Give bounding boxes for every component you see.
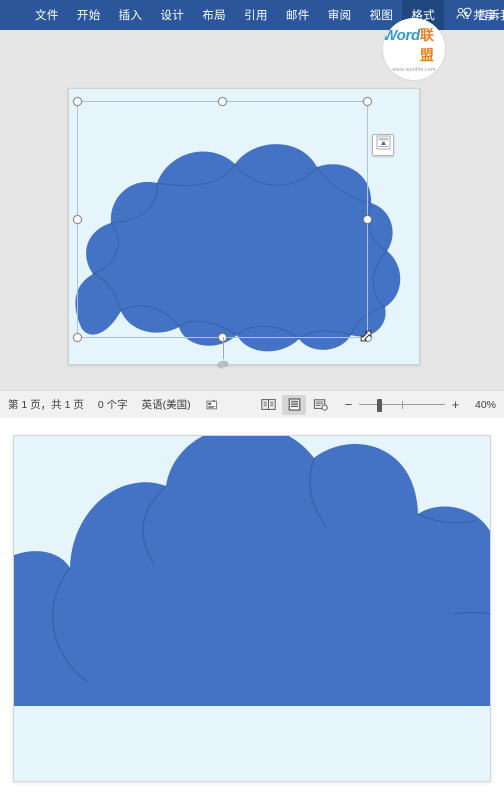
zoomed-cloud-shape [14, 436, 490, 706]
zoomed-cloud-preview-panel [0, 418, 504, 800]
ribbon-tab-view-label: 视图 [369, 10, 394, 22]
watermark-brand-latin: Word [383, 27, 420, 44]
zoom-level-label[interactable]: 40% [466, 399, 496, 411]
document-canvas[interactable] [0, 30, 504, 388]
word-application-window: 文件 开始 插入 设计 布局 引用 邮件 审阅 视图 格式 告诉我 [0, 0, 504, 418]
watermark-logo: Word 联盟 www.wordlm.com [383, 18, 445, 80]
status-bar-left: 第 1 页，共 1 页 0 个字 英语(美国) [0, 397, 219, 412]
share-label: 共享 [473, 10, 496, 22]
ribbon-tab-insert-label: 插入 [118, 10, 143, 22]
ribbon-tab-layout[interactable]: 布局 [193, 0, 235, 30]
ribbon-tab-home-label: 开始 [76, 10, 101, 22]
ribbon-tab-file[interactable]: 文件 [26, 0, 68, 30]
person-share-icon [456, 7, 469, 23]
share-button[interactable]: 共享 [456, 0, 496, 30]
ribbon-tab-mailings-label: 邮件 [285, 10, 310, 22]
status-language[interactable]: 英语(美国) [142, 397, 191, 412]
ribbon-spacer [444, 0, 456, 30]
status-bar-right: − + 40% [256, 394, 504, 415]
ribbon-tab-layout-label: 布局 [202, 10, 227, 22]
ribbon-tab-home[interactable]: 开始 [68, 0, 110, 30]
proofing-errors-icon[interactable] [205, 398, 219, 411]
ribbon-tab-mailings[interactable]: 邮件 [277, 0, 319, 30]
watermark-brand-row: Word 联盟 [383, 25, 445, 65]
status-word-count[interactable]: 0 个字 [98, 397, 128, 412]
ribbon-tab-file-label: 文件 [35, 10, 59, 22]
status-page-info[interactable]: 第 1 页，共 1 页 [8, 397, 84, 412]
zoomed-preview-page [13, 435, 491, 782]
ribbon-tab-review-label: 审阅 [327, 10, 352, 22]
zoom-in-button[interactable]: + [451, 398, 460, 411]
ribbon-tab-review[interactable]: 审阅 [319, 0, 361, 30]
status-bar: 第 1 页，共 1 页 0 个字 英语(美国) − + 40% [0, 390, 504, 418]
ribbon-tab-design-label: 设计 [160, 10, 185, 22]
ribbon-tab-references[interactable]: 引用 [235, 0, 277, 30]
read-mode-icon[interactable] [256, 395, 280, 415]
ribbon-tab-insert[interactable]: 插入 [110, 0, 152, 30]
layout-options-icon [376, 135, 391, 155]
zoom-slider-midpoint [402, 400, 403, 409]
resize-diagonal-cursor [357, 327, 375, 345]
document-page[interactable] [68, 88, 420, 365]
web-layout-icon[interactable] [308, 395, 332, 415]
ribbon-tab-references-label: 引用 [244, 10, 268, 22]
zoom-slider-thumb[interactable] [377, 398, 382, 412]
zoom-slider[interactable] [359, 398, 445, 412]
zoom-out-button[interactable]: − [344, 398, 353, 411]
cloud-shape[interactable] [69, 89, 420, 365]
ribbon-tab-design[interactable]: 设计 [151, 0, 193, 30]
print-layout-icon[interactable] [282, 394, 306, 415]
zoom-control: − + 40% [344, 398, 496, 412]
layout-options-button[interactable] [372, 134, 394, 156]
watermark-url: www.wordlm.com [392, 67, 436, 73]
